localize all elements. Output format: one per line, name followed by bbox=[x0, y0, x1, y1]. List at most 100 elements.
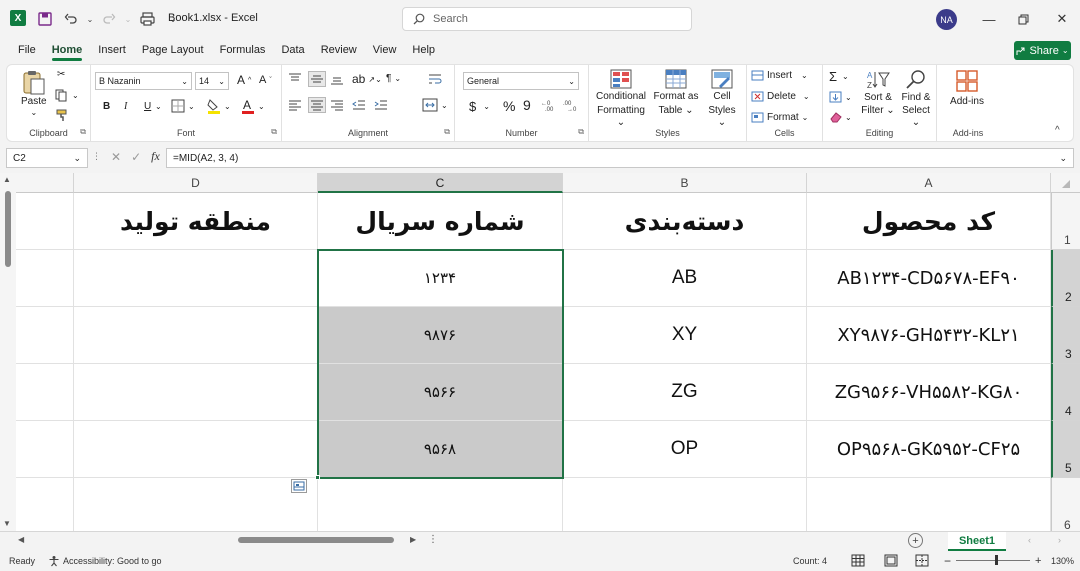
tab-home[interactable]: Home bbox=[44, 38, 91, 62]
delete-cells-button[interactable]: Delete ⌄ bbox=[751, 91, 810, 102]
tab-review[interactable]: Review bbox=[313, 38, 365, 62]
merge-center-icon[interactable]: ⌄ bbox=[422, 98, 448, 112]
save-icon[interactable] bbox=[34, 8, 56, 30]
scroll-down-icon[interactable]: ▼ bbox=[3, 519, 11, 528]
underline-dropdown-icon[interactable]: ⌄ bbox=[155, 102, 162, 111]
close-icon[interactable]: ✕ bbox=[1050, 8, 1074, 30]
align-left-icon[interactable] bbox=[288, 99, 302, 111]
cell-a3[interactable]: XY۹۸۷۶-GH۵۴۳۲-KL۲۱ bbox=[807, 307, 1051, 364]
font-launcher-icon[interactable]: ⧉ bbox=[271, 127, 277, 137]
cell-d6[interactable] bbox=[74, 478, 318, 531]
selection-count[interactable]: Count: 4 bbox=[793, 556, 827, 566]
paste-button[interactable]: Paste ⌄ bbox=[21, 69, 47, 117]
column-header-d[interactable]: D bbox=[74, 173, 318, 193]
underline-button[interactable]: U bbox=[144, 101, 151, 112]
align-bottom-icon[interactable] bbox=[330, 73, 344, 85]
page-layout-view-icon[interactable] bbox=[884, 554, 898, 569]
redo-dropdown-icon[interactable]: ⌄ bbox=[124, 8, 132, 30]
undo-dropdown-icon[interactable]: ⌄ bbox=[86, 8, 94, 30]
decrease-indent-icon[interactable] bbox=[352, 99, 366, 111]
percent-button[interactable]: % bbox=[503, 98, 515, 114]
addins-button[interactable]: Add-ins bbox=[947, 69, 987, 108]
undo-icon[interactable] bbox=[60, 8, 82, 30]
cancel-formula-icon[interactable]: ✕ bbox=[111, 150, 121, 164]
format-as-table-button[interactable]: Format as Table ⌄ bbox=[653, 69, 699, 117]
align-right-icon[interactable] bbox=[330, 99, 344, 111]
sort-filter-button[interactable]: AZ Sort & Filter ⌄ bbox=[861, 69, 895, 117]
cell-b2[interactable]: AB bbox=[563, 250, 807, 307]
font-color-icon[interactable]: A ⌄ bbox=[241, 98, 265, 114]
restore-icon[interactable] bbox=[1011, 8, 1035, 30]
clear-icon[interactable]: ⌄ bbox=[829, 111, 852, 123]
column-header-a[interactable]: A bbox=[807, 173, 1051, 193]
tab-insert[interactable]: Insert bbox=[90, 38, 134, 62]
search-box[interactable]: Search bbox=[402, 7, 692, 31]
tab-page-layout[interactable]: Page Layout bbox=[134, 38, 212, 62]
minimize-icon[interactable]: — bbox=[977, 8, 1001, 30]
format-cells-button[interactable]: Format ⌄ bbox=[751, 112, 808, 123]
vertical-scrollbar[interactable]: ▲ ▼ bbox=[0, 173, 16, 531]
cell-a6[interactable] bbox=[807, 478, 1051, 531]
fill-handle[interactable] bbox=[315, 475, 320, 480]
cell-c1[interactable]: شماره سریال bbox=[318, 193, 563, 250]
cell-b6[interactable] bbox=[563, 478, 807, 531]
cell-partial-5[interactable] bbox=[16, 421, 74, 478]
cell-partial-1[interactable] bbox=[16, 193, 74, 250]
select-all-button[interactable] bbox=[1051, 173, 1080, 193]
cell-a2[interactable]: AB۱۲۳۴-CD۵۶۷۸-EF۹۰ bbox=[807, 250, 1051, 307]
zoom-slider[interactable] bbox=[956, 555, 1030, 565]
cell-c3[interactable]: ۹۸۷۶ bbox=[318, 307, 563, 364]
insert-cells-button[interactable]: Insert ⌄ bbox=[751, 70, 808, 81]
align-middle-icon[interactable] bbox=[308, 71, 326, 87]
insert-function-icon[interactable]: fx bbox=[151, 149, 160, 164]
cell-c4[interactable]: ۹۵۶۶ bbox=[318, 364, 563, 421]
share-button[interactable]: Share ⌄ bbox=[1014, 41, 1071, 60]
borders-icon[interactable]: ⌄ bbox=[171, 99, 195, 113]
bold-button[interactable]: B bbox=[103, 101, 110, 112]
tab-file[interactable]: File bbox=[10, 38, 44, 62]
fill-icon[interactable]: ⌄ bbox=[829, 91, 852, 103]
cell-a5[interactable]: OP۹۵۶۸-GK۵۹۵۲-CF۲۵ bbox=[807, 421, 1051, 478]
sheet-nav-prev-icon[interactable]: ‹ bbox=[1028, 535, 1031, 545]
cell-c2[interactable]: ۱۲۳۴ bbox=[318, 250, 563, 307]
text-direction-icon[interactable]: ¶ ⌄ bbox=[386, 73, 401, 84]
sheet-tab-sheet1[interactable]: Sheet1 bbox=[948, 532, 1006, 551]
row-header-5[interactable]: 5 bbox=[1051, 421, 1080, 478]
scroll-right-icon[interactable]: ▶ bbox=[410, 535, 416, 544]
normal-view-icon[interactable] bbox=[851, 554, 865, 569]
zoom-slider-thumb[interactable] bbox=[995, 555, 998, 565]
increase-font-icon[interactable]: A ^ bbox=[237, 73, 251, 87]
cell-c6[interactable] bbox=[318, 478, 563, 531]
tab-view[interactable]: View bbox=[365, 38, 405, 62]
cell-styles-button[interactable]: Cell Styles ⌄ bbox=[703, 69, 741, 129]
conditional-formatting-button[interactable]: Conditional Formatting ⌄ bbox=[595, 69, 647, 129]
cell-b1[interactable]: دسته‌بندی bbox=[563, 193, 807, 250]
number-format-select[interactable]: General ⌄ bbox=[463, 72, 579, 90]
find-select-button[interactable]: Find & Select ⌄ bbox=[899, 69, 933, 129]
cell-d2[interactable] bbox=[74, 250, 318, 307]
orientation-icon[interactable]: ab ↗⌄ bbox=[352, 72, 382, 86]
font-name-select[interactable]: B Nazanin ⌄ bbox=[95, 72, 192, 90]
cell-b5[interactable]: OP bbox=[563, 421, 807, 478]
quick-analysis-icon[interactable] bbox=[291, 479, 307, 493]
decrease-font-icon[interactable]: Aˇ bbox=[259, 74, 272, 86]
scroll-up-icon[interactable]: ▲ bbox=[3, 175, 11, 184]
fill-color-icon[interactable]: ⌄ bbox=[207, 98, 231, 114]
row-header-2[interactable]: 2 bbox=[1051, 250, 1080, 307]
wrap-text-icon[interactable] bbox=[428, 73, 442, 85]
cell-partial-4[interactable] bbox=[16, 364, 74, 421]
alignment-launcher-icon[interactable]: ⧉ bbox=[444, 127, 450, 137]
row-header-4[interactable]: 4 bbox=[1051, 364, 1080, 421]
cell-d4[interactable] bbox=[74, 364, 318, 421]
row-header-6[interactable]: 6 bbox=[1051, 478, 1080, 531]
sheet-nav-next-icon[interactable]: › bbox=[1058, 535, 1061, 545]
cell-a1[interactable]: کد محصول bbox=[807, 193, 1051, 250]
comma-button[interactable]: 9 bbox=[523, 97, 531, 113]
cell-a4[interactable]: ZG۹۵۶۶-VH۵۵۸۲-KG۸۰ bbox=[807, 364, 1051, 421]
tab-data[interactable]: Data bbox=[273, 38, 312, 62]
cut-icon[interactable]: ✂ bbox=[57, 69, 65, 80]
copy-icon[interactable]: ⌄ bbox=[55, 89, 79, 102]
cell-partial-6[interactable] bbox=[16, 478, 74, 531]
cell-d3[interactable] bbox=[74, 307, 318, 364]
tab-formulas[interactable]: Formulas bbox=[212, 38, 274, 62]
